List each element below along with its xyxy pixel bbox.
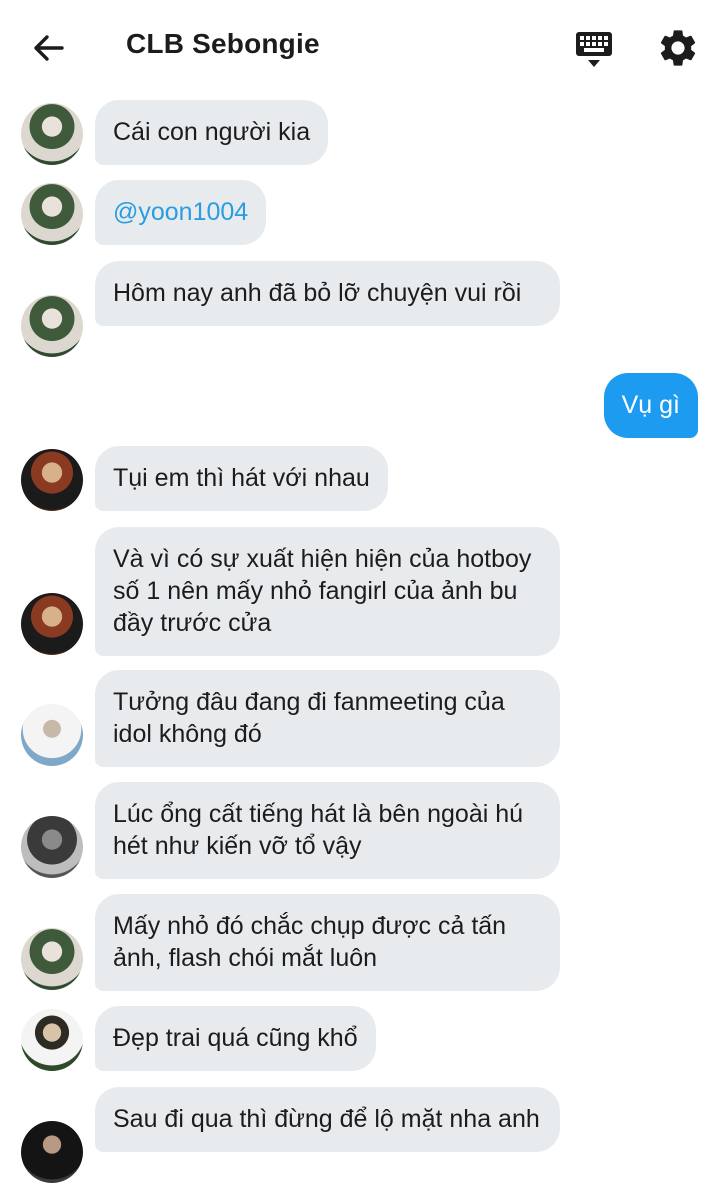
- keyboard-icon: [576, 32, 612, 67]
- chat-header: CLB Sebongie: [0, 0, 720, 92]
- arrow-left-icon: [34, 35, 64, 61]
- message-bubble[interactable]: Đẹp trai quá cũng khổ: [95, 1006, 376, 1071]
- avatar[interactable]: [21, 1121, 83, 1183]
- chat-title: CLB Sebongie: [126, 28, 320, 59]
- message-bubble[interactable]: Tụi em thì hát với nhau: [95, 446, 388, 511]
- avatar[interactable]: [21, 103, 83, 165]
- message-bubble[interactable]: Hôm nay anh đã bỏ lỡ chuyện vui rồi: [95, 261, 560, 326]
- message-bubble[interactable]: Sau đi qua thì đừng để lộ mặt nha anh: [95, 1087, 560, 1152]
- avatar[interactable]: [21, 295, 83, 357]
- avatar[interactable]: [21, 928, 83, 990]
- avatar[interactable]: [21, 449, 83, 511]
- message-bubble[interactable]: Lúc ổng cất tiếng hát là bên ngoài hú hé…: [95, 782, 560, 879]
- settings-button[interactable]: [656, 26, 700, 70]
- back-button[interactable]: [28, 28, 68, 68]
- mention-bubble[interactable]: @yoon1004: [95, 180, 267, 245]
- avatar[interactable]: [21, 183, 83, 245]
- avatar[interactable]: [21, 1009, 83, 1071]
- keyboard-button[interactable]: [572, 28, 616, 72]
- outgoing-message-bubble[interactable]: Vụ gì: [603, 373, 698, 438]
- avatar[interactable]: [21, 704, 83, 766]
- message-bubble[interactable]: Tưởng đâu đang đi fanmeeting của idol kh…: [95, 670, 560, 767]
- message-bubble[interactable]: Mấy nhỏ đó chắc chụp được cả tấn ảnh, fl…: [95, 894, 560, 991]
- avatar[interactable]: [21, 816, 83, 878]
- message-bubble[interactable]: Cái con người kia: [95, 100, 329, 165]
- message-bubble[interactable]: Và vì có sự xuất hiện hiện của hotboy số…: [95, 527, 560, 656]
- avatar[interactable]: [21, 593, 83, 655]
- gear-icon: [660, 30, 696, 66]
